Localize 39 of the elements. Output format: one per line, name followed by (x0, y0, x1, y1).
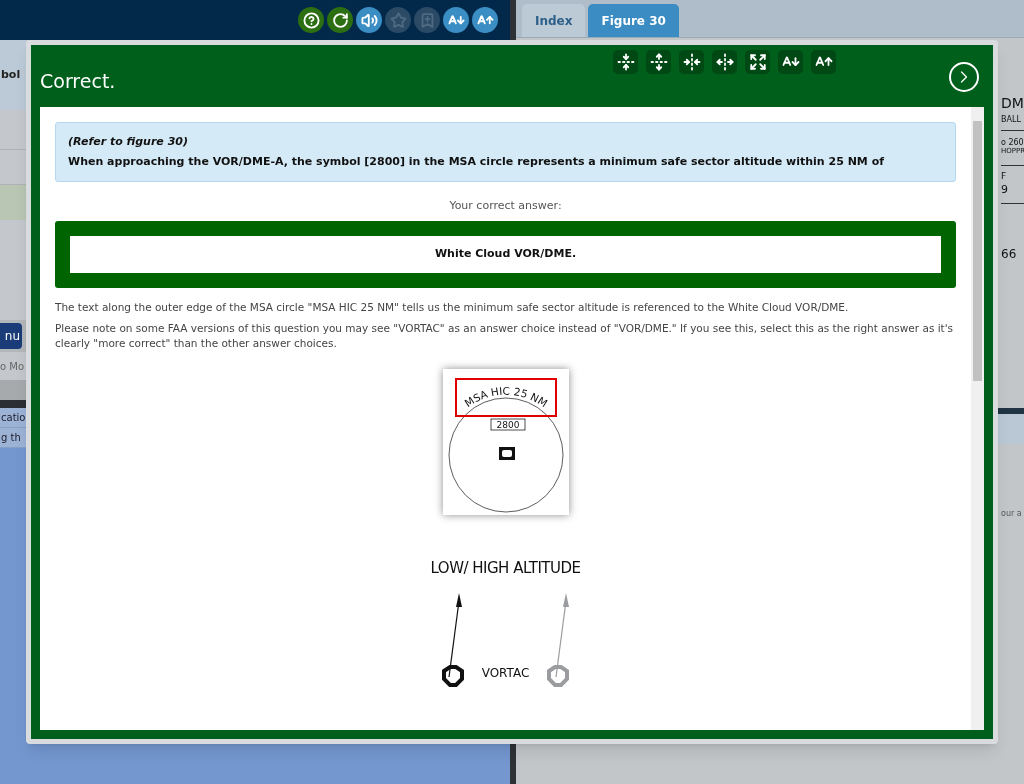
fullscreen-icon[interactable] (745, 50, 770, 74)
question-reference: (Refer to figure 30) (68, 134, 189, 150)
answer-label: Your correct answer: (449, 198, 562, 214)
chart-label: F (1001, 172, 1008, 181)
tab[interactable]: Index (522, 4, 586, 37)
tab[interactable]: Figure 30 (588, 4, 679, 37)
question-fragment: bol (0, 66, 21, 83)
navaid-icon (498, 446, 515, 460)
next-button[interactable] (949, 62, 979, 92)
question-text: When approaching the VOR/DME-A, the symbol [2800] in the MSA circle represents a minimum safe sector altitude within 25 NM of (68, 153, 885, 170)
expand-height-icon[interactable] (646, 50, 671, 74)
legend-title: LOW/ HIGH ALTITUDE (430, 557, 581, 579)
chart-label: DM (1001, 96, 1024, 110)
help-icon[interactable] (298, 7, 324, 33)
dialog-title: Correct. (40, 68, 116, 94)
expand-width-icon[interactable] (712, 50, 737, 74)
symbol-label: VORTAC (481, 665, 530, 682)
row-fragment: o Mo (0, 359, 25, 374)
chart-label: BALL (1001, 116, 1022, 124)
font-larger-icon[interactable] (472, 7, 498, 33)
speaker-icon[interactable] (356, 7, 382, 33)
text-fragment: our a (1001, 508, 1022, 520)
menu-button[interactable]: nu (0, 323, 22, 349)
refresh-icon[interactable] (327, 7, 353, 33)
answer-text: White Cloud VOR/DME. (70, 235, 941, 273)
highlighted-msa-label: MSA HIC 25 NM (454, 377, 557, 417)
font-smaller-icon[interactable] (443, 7, 469, 33)
fit-height-icon[interactable] (613, 50, 638, 74)
fit-width-icon[interactable] (679, 50, 704, 74)
explanation-paragraph: The text along the outer edge of the MSA circle "MSA HIC 25 NM" tells us the minimum safe sector altitude is referenced to the White Cloud VOR/DME. (55, 299, 850, 315)
chart-label: 9 (1001, 184, 1009, 195)
font-smaller-icon[interactable] (778, 50, 803, 74)
chart-label: 66 (1001, 248, 1018, 260)
explanation-paragraph: Please note on some FAA versions of this question you may see "VORTAC" as an answer choice instead of "VOR/DME." If you see this, select this as the right answer as it's clearly "more correct" than the other answer choices. (55, 320, 955, 351)
altitude-label: 2800 (496, 419, 519, 430)
font-larger-icon[interactable] (811, 50, 836, 74)
scrollbar-thumb[interactable] (973, 121, 982, 381)
scrollbar[interactable] (971, 107, 984, 730)
chart-label: o 260 (1001, 139, 1024, 147)
